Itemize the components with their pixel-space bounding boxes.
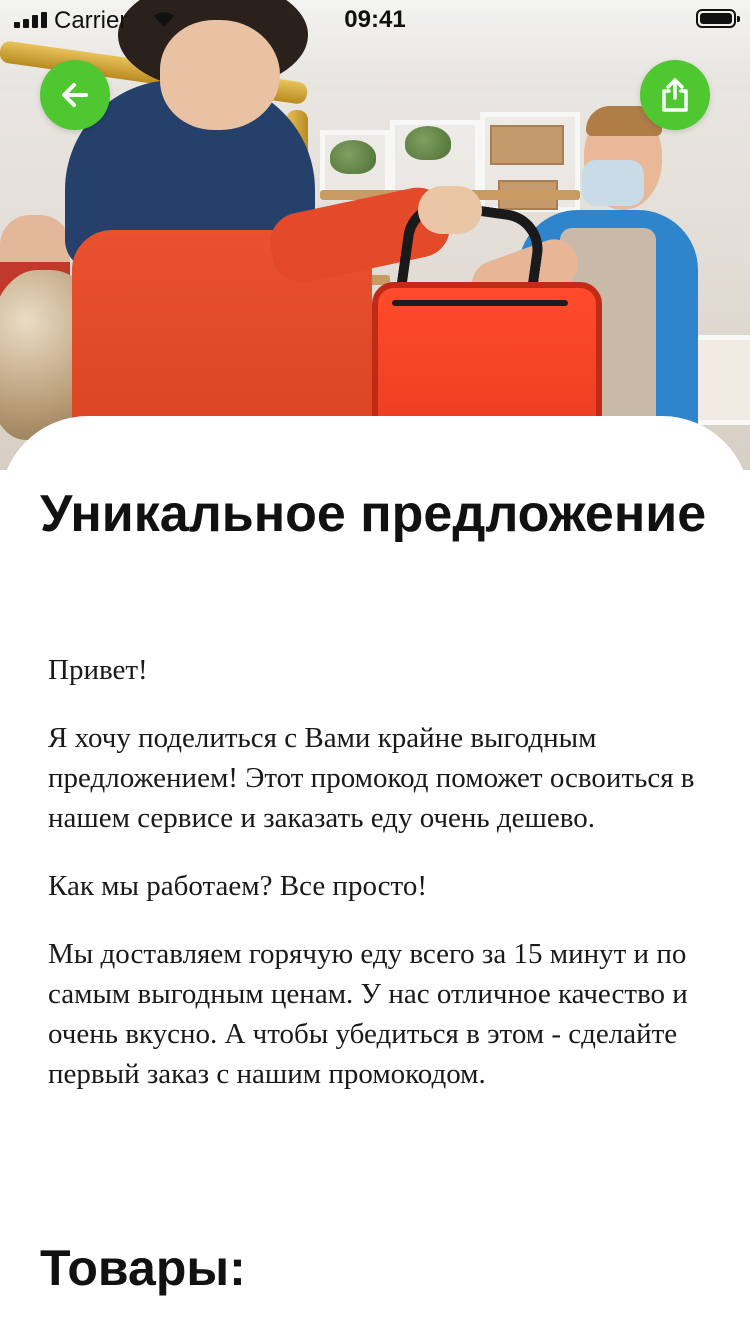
share-icon <box>662 78 688 112</box>
status-bar: Carrier 09:41 <box>0 0 750 40</box>
promo-article-screen: Carrier 09:41 Уникальное предложение При… <box>0 0 750 1334</box>
content-card: Уникальное предложение Привет! Я хочу по… <box>0 416 750 1334</box>
paragraph-greeting: Привет! <box>48 654 148 686</box>
article-body: Привет! Я хочу поделиться с Вами крайне … <box>48 650 718 1122</box>
battery-icon <box>696 9 740 28</box>
paragraph-how-we-work: Как мы работаем? Все просто! <box>48 870 427 902</box>
paragraph-offer: Я хочу поделиться с Вами крайне выгодным… <box>48 722 695 834</box>
status-time: 09:41 <box>344 6 406 33</box>
back-button[interactable] <box>40 60 110 130</box>
share-button[interactable] <box>640 60 710 130</box>
page-title: Уникальное предложение <box>40 485 707 543</box>
products-heading: Товары: <box>40 1240 246 1296</box>
hero-image <box>0 0 750 470</box>
arrow-left-icon <box>62 83 88 107</box>
paragraph-delivery: Мы доставляем горячую еду всего за 15 ми… <box>48 938 688 1090</box>
